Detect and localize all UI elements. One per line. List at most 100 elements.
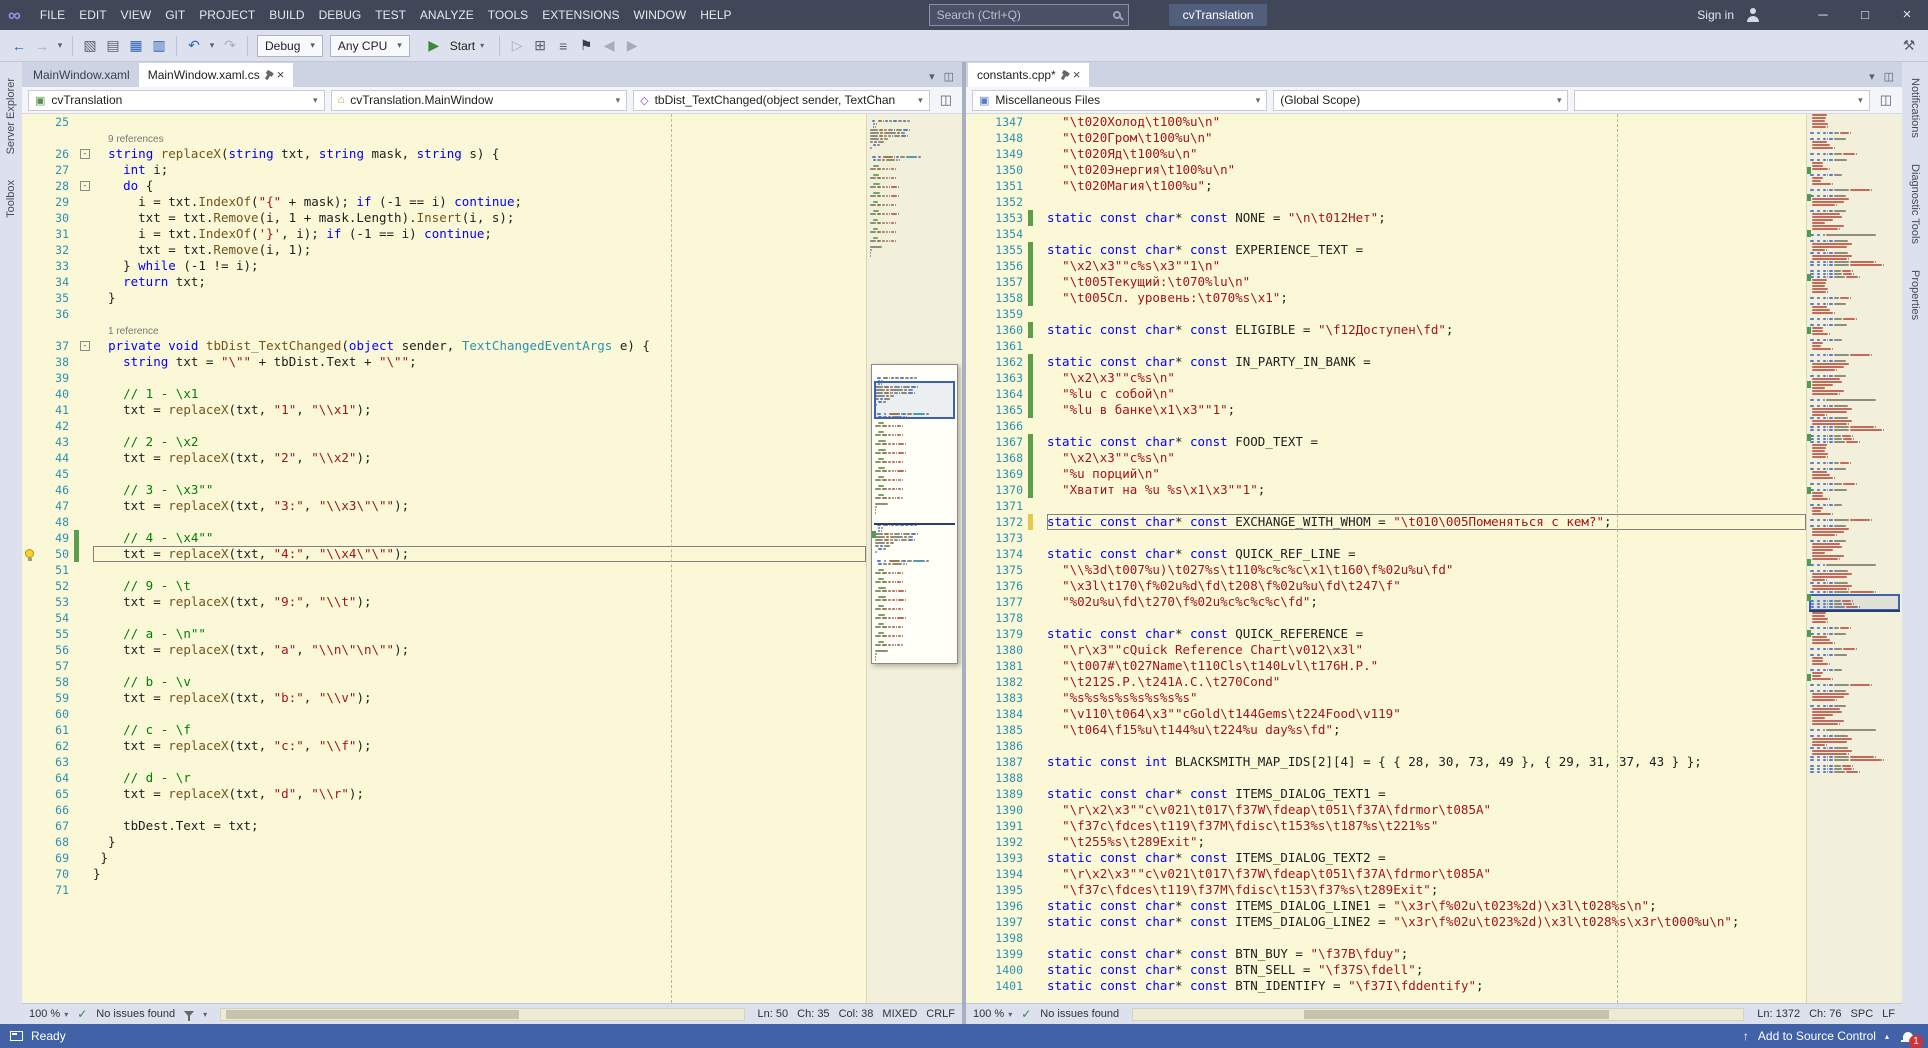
menu-view[interactable]: VIEW <box>114 4 159 26</box>
fold-margin[interactable] <box>1033 786 1047 802</box>
code-line[interactable]: 54 <box>22 610 866 626</box>
breakpoint-margin[interactable] <box>966 402 984 418</box>
code-text[interactable]: tbDest.Text = txt; <box>93 818 866 834</box>
fold-margin[interactable] <box>79 658 93 674</box>
code-line[interactable]: 60 <box>22 706 866 722</box>
document-tab[interactable]: constants.cpp*× <box>968 63 1089 87</box>
code-line[interactable]: 1385 "\t064\f15%u\t144%u\t224%u day%s\fd… <box>966 722 1806 738</box>
breakpoint-margin[interactable] <box>966 514 984 530</box>
code-text[interactable]: txt = replaceX(txt, "c:", "\\f"); <box>93 738 866 754</box>
code-line[interactable]: 68 } <box>22 834 866 850</box>
code-line[interactable]: 71 <box>22 882 866 898</box>
code-text[interactable]: i = txt.IndexOf("{" + mask); if (-1 == i… <box>93 194 866 210</box>
breakpoint-margin[interactable] <box>22 162 40 178</box>
code-text[interactable]: "\r\x2\x3""c\v021\t017\f37W\fdeap\t051\f… <box>1047 802 1806 818</box>
fold-margin[interactable] <box>1033 690 1047 706</box>
split-window-icon[interactable]: ◫ <box>936 92 956 108</box>
document-tab[interactable]: MainWindow.xaml <box>24 63 139 87</box>
code-line[interactable]: 1384 "\v110\t064\x3""cGold\t144Gems\t224… <box>966 706 1806 722</box>
code-text[interactable] <box>1047 306 1806 322</box>
fold-margin[interactable] <box>1033 178 1047 194</box>
breakpoint-margin[interactable] <box>966 882 984 898</box>
breakpoint-margin[interactable] <box>966 818 984 834</box>
menu-tools[interactable]: TOOLS <box>481 4 535 26</box>
fold-margin[interactable] <box>79 770 93 786</box>
fold-margin[interactable]: - <box>79 178 93 194</box>
fold-margin[interactable] <box>79 290 93 306</box>
breakpoint-margin[interactable] <box>22 514 40 530</box>
breakpoint-margin[interactable] <box>966 434 984 450</box>
code-text[interactable]: // d - \r <box>93 770 866 786</box>
fold-margin[interactable] <box>1033 818 1047 834</box>
collapse-icon[interactable]: - <box>80 341 90 351</box>
code-line[interactable]: 45 <box>22 466 866 482</box>
fold-margin[interactable] <box>79 370 93 386</box>
fold-margin[interactable] <box>1033 578 1047 594</box>
breakpoint-margin[interactable] <box>966 610 984 626</box>
code-line[interactable]: 1388 <box>966 770 1806 786</box>
fold-margin[interactable] <box>79 834 93 850</box>
code-text[interactable]: // 1 - \x1 <box>93 386 866 402</box>
code-line[interactable]: 1371 <box>966 498 1806 514</box>
breakpoint-margin[interactable] <box>22 658 40 674</box>
code-text[interactable]: } <box>93 866 866 882</box>
breakpoint-margin[interactable] <box>22 178 40 194</box>
close-icon[interactable]: × <box>1073 69 1081 81</box>
code-line[interactable]: 32 txt = txt.Remove(i, 1); <box>22 242 866 258</box>
fold-margin[interactable] <box>1033 162 1047 178</box>
line-ending-mode[interactable]: MIXED <box>882 1008 917 1020</box>
menu-file[interactable]: FILE <box>33 4 72 26</box>
code-text[interactable]: "\t020Яд\t100%u\n" <box>1047 146 1806 162</box>
breakpoint-margin[interactable] <box>966 322 984 338</box>
code-text[interactable]: string txt = "\"" + tbDist.Text + "\""; <box>93 354 866 370</box>
code-line[interactable]: 42 <box>22 418 866 434</box>
right-code-surface[interactable]: 1347 "\t020Холод\t100%u\n"1348 "\t020Гро… <box>966 114 1806 1003</box>
code-line[interactable]: 43 // 2 - \x2 <box>22 434 866 450</box>
fold-margin[interactable] <box>79 626 93 642</box>
breakpoint-margin[interactable] <box>22 322 40 338</box>
breakpoint-margin[interactable] <box>966 114 984 130</box>
fold-margin[interactable] <box>1033 434 1047 450</box>
code-text[interactable]: "%lu в банке\x1\x3""1"; <box>1047 402 1806 418</box>
fold-margin[interactable] <box>1033 962 1047 978</box>
code-text[interactable]: static const char* const BTN_SELL = "\f3… <box>1047 962 1806 978</box>
code-text[interactable]: txt = replaceX(txt, "9:", "\\t"); <box>93 594 866 610</box>
code-line[interactable]: 1373 <box>966 530 1806 546</box>
breakpoint-margin[interactable] <box>966 978 984 994</box>
breakpoint-margin[interactable] <box>22 434 40 450</box>
pin-icon[interactable] <box>265 70 272 79</box>
fold-margin[interactable] <box>1033 946 1047 962</box>
lightbulb-icon[interactable] <box>25 549 34 558</box>
menu-help[interactable]: HELP <box>693 4 738 26</box>
code-line[interactable]: 1353static const char* const NONE = "\n\… <box>966 210 1806 226</box>
sign-in-link[interactable]: Sign in <box>1697 8 1734 22</box>
breakpoint-margin[interactable] <box>966 738 984 754</box>
right-minimap-scrollbar[interactable] <box>1806 114 1902 1003</box>
fold-margin[interactable] <box>1033 210 1047 226</box>
code-text[interactable]: private void tbDist_TextChanged(object s… <box>93 338 866 354</box>
code-text[interactable]: // c - \f <box>93 722 866 738</box>
breakpoint-margin[interactable] <box>966 130 984 146</box>
code-text[interactable] <box>93 114 866 130</box>
code-line[interactable]: 1400static const char* const BTN_SELL = … <box>966 962 1806 978</box>
fold-margin[interactable] <box>1033 290 1047 306</box>
fold-margin[interactable] <box>79 258 93 274</box>
fold-margin[interactable] <box>1033 642 1047 658</box>
code-line[interactable]: 1364 "%lu с собой\n" <box>966 386 1806 402</box>
code-text[interactable]: "%lu с собой\n" <box>1047 386 1806 402</box>
navigate-forward-icon[interactable]: → <box>31 34 53 58</box>
menu-edit[interactable]: EDIT <box>72 4 113 26</box>
code-line[interactable]: 44 txt = replaceX(txt, "2", "\\x2"); <box>22 450 866 466</box>
code-text[interactable]: static const char* const QUICK_REF_LINE … <box>1047 546 1806 562</box>
code-line[interactable]: 48 <box>22 514 866 530</box>
fold-margin[interactable] <box>1033 882 1047 898</box>
fold-margin[interactable] <box>79 498 93 514</box>
code-text[interactable] <box>93 754 866 770</box>
eol-indicator[interactable]: CRLF <box>926 1008 955 1020</box>
attach-process-icon[interactable]: ▷ <box>506 34 528 58</box>
breakpoint-margin[interactable] <box>22 866 40 882</box>
code-text[interactable]: int i; <box>93 162 866 178</box>
breakpoint-margin[interactable] <box>966 466 984 482</box>
fold-margin[interactable] <box>1033 834 1047 850</box>
code-text[interactable] <box>93 418 866 434</box>
